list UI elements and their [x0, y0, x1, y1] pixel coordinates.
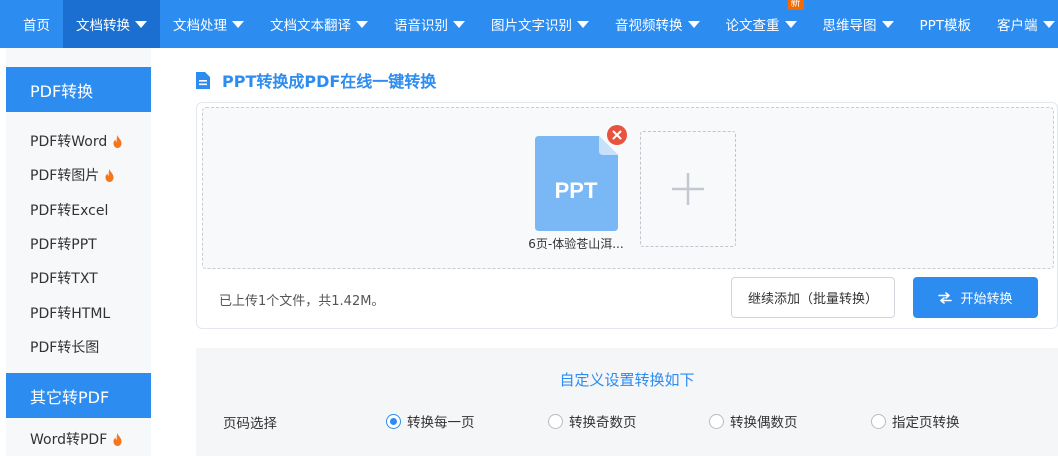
nav-doc-process[interactable]: 文档处理 — [160, 0, 257, 48]
caret-down-icon — [356, 20, 368, 28]
drop-zone[interactable]: PPT 6页-体验苍山洱... — [202, 107, 1054, 269]
page-select-label: 页码选择 — [223, 416, 277, 432]
nav-ocr[interactable]: 图片文字识别 — [478, 0, 602, 48]
sidebar-item-pdf-to-html[interactable]: PDF转HTML — [6, 295, 151, 329]
sidebar-list: PDF转Word PDF转图片 PDF转Excel PDF转PPT PDF转TX… — [6, 112, 151, 364]
remove-file-button[interactable] — [607, 125, 627, 145]
caret-down-icon — [577, 20, 589, 28]
new-badge: 新 — [787, 0, 804, 10]
add-file-tile[interactable] — [640, 131, 736, 247]
caret-down-icon — [784, 20, 797, 28]
radio-odd-pages[interactable]: 转换奇数页 — [548, 411, 637, 431]
file-name: 6页-体验苍山洱... — [528, 237, 624, 251]
page-title-row: PPT转换成PDF在线一键转换 — [196, 68, 436, 92]
file-type-label: PPT — [555, 178, 598, 203]
nav-label: 思维导图 — [822, 18, 877, 34]
sidebar-item-pdf-to-ppt[interactable]: PDF转PPT — [6, 227, 151, 261]
nav-translate[interactable]: 文档文本翻译 — [257, 0, 381, 48]
sidebar-section-pdf-convert[interactable]: PDF转换 — [6, 67, 151, 112]
sidebar-item-word-to-pdf[interactable]: Word转PDF — [6, 422, 151, 456]
nav-home[interactable]: 首页 — [10, 0, 63, 48]
nav-ppt-template[interactable]: PPT模板 — [907, 0, 985, 48]
sidebar-item-pdf-to-image[interactable]: PDF转图片 — [6, 158, 151, 192]
sidebar-item-label: PDF转PPT — [30, 237, 97, 254]
plus-icon — [672, 173, 704, 205]
radio-dot — [548, 413, 563, 429]
radio-every-page[interactable]: 转换每一页 — [386, 411, 475, 431]
radio-even-pages[interactable]: 转换偶数页 — [709, 411, 798, 431]
sidebar-item-label: PDF转图片 — [30, 168, 100, 185]
radio-label: 转换偶数页 — [730, 415, 798, 431]
radio-dot — [709, 413, 724, 429]
top-nav: 首页 文档转换 文档处理 文档文本翻译 语音识别 图片文字识别 音视频转换 论文… — [0, 0, 1058, 48]
caret-down-icon — [1042, 20, 1055, 28]
settings-title: 自定义设置转换如下 — [559, 371, 695, 389]
sidebar-item-pdf-to-word[interactable]: PDF转Word — [6, 124, 151, 158]
start-convert-label: 开始转换 — [960, 292, 1013, 307]
fire-icon — [113, 432, 122, 446]
radio-label: 转换每一页 — [407, 415, 475, 431]
close-icon — [612, 130, 622, 140]
nav-label: 论文查重 — [725, 18, 780, 34]
radio-label: 转换奇数页 — [569, 415, 637, 431]
document-icon — [196, 71, 210, 89]
sidebar-item-pdf-to-excel[interactable]: PDF转Excel — [6, 193, 151, 227]
uploaded-file-tile: PPT — [535, 136, 618, 231]
nav-mindmap[interactable]: 思维导图 — [810, 0, 907, 48]
settings-panel: 自定义设置转换如下 页码选择 转换每一页 转换奇数页 转换偶数页 指定页转换 — [196, 348, 1058, 456]
nav-label: 文档转换 — [76, 18, 130, 34]
nav-label: 图片文字识别 — [491, 18, 572, 34]
sidebar-item-label: PDF转Word — [30, 134, 108, 151]
upload-status: 已上传1个文件，共1.42M。 — [219, 294, 385, 309]
nav-label: 客户端 — [997, 18, 1038, 34]
nav-label: 语音识别 — [394, 18, 448, 34]
nav-label: PPT模板 — [919, 18, 972, 34]
nav-plagiarism[interactable]: 论文查重新 — [713, 0, 810, 48]
sidebar-list: Word转PDF — [6, 418, 151, 456]
sidebar-item-pdf-to-txt[interactable]: PDF转TXT — [6, 261, 151, 295]
add-more-button[interactable]: 继续添加（批量转换） — [731, 277, 895, 318]
sidebar-item-pdf-to-long-image[interactable]: PDF转长图 — [6, 330, 151, 364]
nav-client[interactable]: 客户端 — [984, 0, 1058, 48]
start-convert-button[interactable]: 开始转换 — [913, 277, 1038, 318]
sidebar-item-label: Word转PDF — [30, 432, 108, 449]
sidebar-item-label: PDF转长图 — [30, 339, 100, 356]
fire-icon — [113, 134, 122, 148]
sidebar-section-other-to-pdf[interactable]: 其它转PDF — [6, 373, 151, 419]
sidebar-item-label: PDF转TXT — [30, 271, 98, 288]
caret-down-icon — [135, 20, 147, 28]
nav-speech[interactable]: 语音识别 — [381, 0, 478, 48]
sidebar-item-label: PDF转Excel — [30, 202, 109, 219]
fire-icon — [105, 168, 114, 182]
caret-down-icon — [687, 20, 700, 28]
page-title: PPT转换成PDF在线一键转换 — [222, 72, 437, 91]
radio-specific-pages[interactable]: 指定页转换 — [871, 411, 960, 431]
caret-down-icon — [881, 20, 894, 28]
radio-dot — [386, 413, 401, 429]
radio-dot — [871, 413, 886, 429]
nav-label: 文档文本翻译 — [270, 18, 351, 34]
nav-label: 音视频转换 — [615, 18, 683, 34]
nav-doc-convert[interactable]: 文档转换 — [63, 0, 160, 48]
sidebar: PDF转换 PDF转Word PDF转图片 PDF转Excel PDF转PPT … — [6, 48, 151, 456]
nav-av-convert[interactable]: 音视频转换 — [602, 0, 713, 48]
convert-arrows-icon — [938, 291, 953, 304]
caret-down-icon — [232, 20, 244, 28]
ppt-file-icon: PPT — [535, 136, 618, 231]
nav-label: 首页 — [23, 18, 50, 34]
caret-down-icon — [453, 20, 465, 28]
nav-label: 文档处理 — [173, 18, 227, 34]
upload-card: PPT 6页-体验苍山洱... 已上传1个文件，共1.42M。 继续添加（批量转… — [196, 102, 1058, 329]
radio-label: 指定页转换 — [892, 415, 960, 431]
sidebar-item-label: PDF转HTML — [30, 305, 111, 322]
